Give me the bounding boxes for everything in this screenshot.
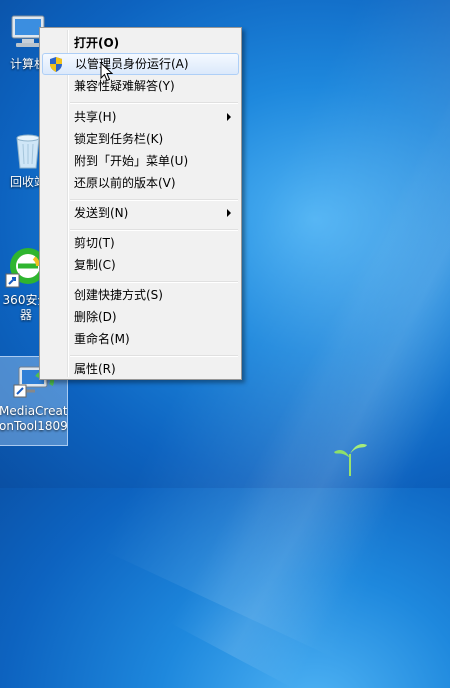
menu-item-label: 共享(H)	[74, 110, 117, 124]
menu-item-label: 重命名(M)	[74, 332, 130, 346]
uac-shield-icon	[50, 57, 62, 72]
menu-item-copy[interactable]: 复制(C)	[42, 254, 239, 276]
menu-item-label: 创建快捷方式(S)	[74, 288, 163, 302]
menu-separator	[70, 229, 238, 231]
menu-item-label: 兼容性疑难解答(Y)	[74, 79, 175, 93]
menu-separator	[70, 355, 238, 357]
menu-item-cut[interactable]: 剪切(T)	[42, 232, 239, 254]
submenu-arrow-icon	[227, 209, 231, 217]
menu-item-label: 剪切(T)	[74, 236, 115, 250]
menu-item-label: 打开(O)	[74, 36, 120, 50]
menu-separator	[70, 281, 238, 283]
menu-item-rename[interactable]: 重命名(M)	[42, 328, 239, 350]
menu-item-label: 锁定到任务栏(K)	[74, 132, 164, 146]
menu-item-properties[interactable]: 属性(R)	[42, 358, 239, 380]
menu-item-label: 以管理员身份运行(A)	[75, 57, 189, 71]
menu-item-open[interactable]: 打开(O)	[42, 32, 239, 54]
menu-item-run-as-admin[interactable]: 以管理员身份运行(A)	[42, 53, 239, 75]
menu-item-pin-taskbar[interactable]: 锁定到任务栏(K)	[42, 128, 239, 150]
menu-item-restore-previous-versions[interactable]: 还原以前的版本(V)	[42, 172, 239, 194]
menu-item-send-to[interactable]: 发送到(N)	[42, 202, 239, 224]
menu-separator	[70, 199, 238, 201]
menu-item-delete[interactable]: 删除(D)	[42, 306, 239, 328]
mouse-cursor-icon	[100, 62, 114, 82]
menu-item-pin-start-menu[interactable]: 附到「开始」菜单(U)	[42, 150, 239, 172]
menu-item-label: 发送到(N)	[74, 206, 129, 220]
menu-item-label: 还原以前的版本(V)	[74, 176, 176, 190]
submenu-arrow-icon	[227, 113, 231, 121]
menu-item-compatibility-troubleshoot[interactable]: 兼容性疑难解答(Y)	[42, 75, 239, 97]
context-menu: 打开(O) 以管理员身份运行(A) 兼容性疑难解答(Y) 共享(H) 锁定到任务…	[39, 27, 242, 380]
wallpaper-sprout-graphic	[334, 444, 367, 476]
menu-separator	[70, 102, 238, 104]
menu-item-label: 复制(C)	[74, 258, 116, 272]
menu-item-label: 附到「开始」菜单(U)	[74, 154, 189, 168]
menu-item-label: 属性(R)	[74, 362, 116, 376]
desktop-icon-label: MediaCreati	[0, 404, 67, 418]
menu-item-label: 删除(D)	[74, 310, 117, 324]
menu-item-create-shortcut[interactable]: 创建快捷方式(S)	[42, 284, 239, 306]
desktop-icon-label: onTool1809	[0, 419, 67, 433]
menu-item-share[interactable]: 共享(H)	[42, 106, 239, 128]
